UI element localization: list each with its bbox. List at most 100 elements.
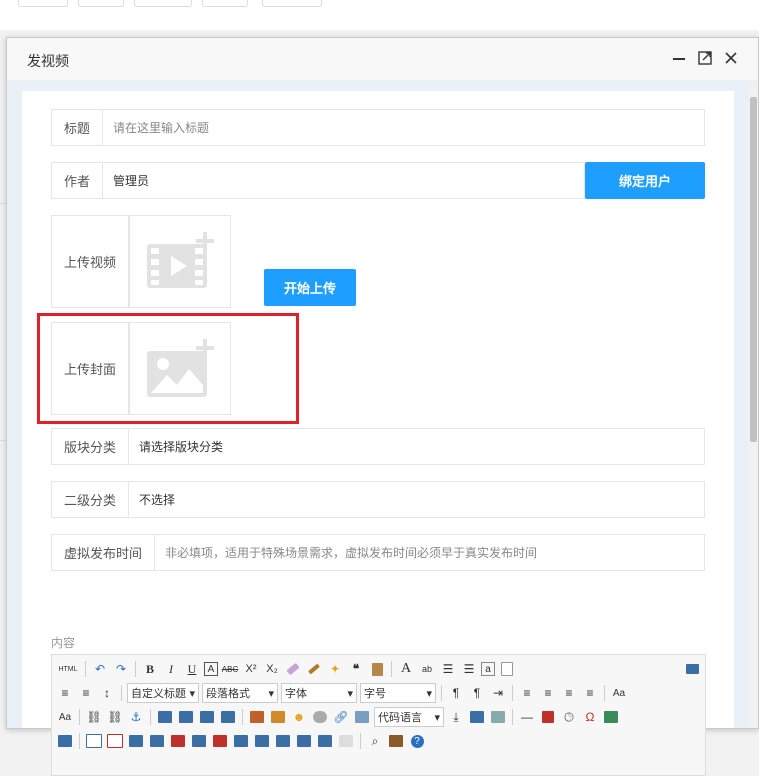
page-break-icon[interactable]: ⤓	[447, 708, 465, 726]
justify-center-icon[interactable]: ≡	[539, 684, 557, 702]
link-icon[interactable]: ⛓	[85, 708, 103, 726]
insert-row-icon[interactable]	[148, 732, 166, 750]
bind-user-button[interactable]: 绑定用户	[585, 162, 705, 199]
custom-title-select[interactable]: 自定义标题 ▾	[127, 683, 199, 703]
italic-icon[interactable]: I	[162, 660, 180, 678]
emotion-icon[interactable]: ☻	[290, 708, 308, 726]
insert-paragraph-before-table-icon[interactable]	[127, 732, 145, 750]
tolowercase-icon[interactable]: Aa	[56, 708, 74, 726]
blockquote-icon[interactable]: ❝	[347, 660, 365, 678]
delete-table-icon[interactable]	[106, 732, 124, 750]
author-input[interactable]: 管理员	[103, 163, 584, 198]
special-chars-icon[interactable]: Ω	[581, 708, 599, 726]
image-left-icon[interactable]	[177, 708, 195, 726]
code-language-select[interactable]: 代码语言 ▾	[374, 707, 444, 727]
anchor-icon[interactable]: ⚓	[127, 708, 145, 726]
row-spacing-top-icon[interactable]: ≡	[56, 684, 74, 702]
simple-upload-icon[interactable]	[248, 708, 266, 726]
category-select[interactable]: 请选择版块分类	[129, 429, 704, 464]
font-border-icon[interactable]: A	[204, 662, 218, 676]
attachment-icon[interactable]: 🔗︎	[332, 708, 350, 726]
justify-right-icon[interactable]: ≡	[560, 684, 578, 702]
redo-icon[interactable]: ↷	[112, 660, 130, 678]
row-spacing-bottom-icon[interactable]: ≡	[77, 684, 95, 702]
search-replace-icon[interactable]: ⌕	[366, 732, 384, 750]
map-icon[interactable]	[353, 708, 371, 726]
split-to-rows-icon[interactable]	[316, 732, 334, 750]
select-all-icon[interactable]: a	[481, 662, 495, 676]
background-tab	[134, 0, 192, 7]
underline-icon[interactable]: U	[183, 660, 201, 678]
indent-icon[interactable]: ⇥	[489, 684, 507, 702]
subcategory-row: 二级分类 不选择	[51, 481, 705, 518]
paste-plain-icon[interactable]	[368, 660, 386, 678]
font-color-icon[interactable]: A	[397, 660, 415, 678]
category-row: 版块分类 请选择版块分类	[51, 428, 705, 465]
clear-doc-icon[interactable]	[498, 660, 516, 678]
virtual-time-input[interactable]: 非必填项，适用于特殊场景需求，虚拟发布时间必须早于真实发布时间	[155, 535, 704, 570]
image-right-icon[interactable]	[198, 708, 216, 726]
insert-table-icon[interactable]	[85, 732, 103, 750]
author-label: 作者	[52, 163, 104, 198]
close-icon[interactable]	[721, 48, 741, 68]
horizontal-rule-icon[interactable]: —	[518, 708, 536, 726]
strikethrough-icon[interactable]: ABC	[221, 660, 239, 678]
merge-right-icon[interactable]	[253, 732, 271, 750]
insert-col-icon[interactable]	[190, 732, 208, 750]
upload-video-box[interactable]	[129, 216, 230, 307]
dialog-titlebar[interactable]: 发视频	[7, 38, 758, 81]
ordered-list-icon[interactable]: ☰	[439, 660, 457, 678]
superscript-icon[interactable]: X²	[242, 660, 260, 678]
paragraph-select-label: 段落格式	[206, 688, 250, 700]
delete-col-icon[interactable]	[211, 732, 229, 750]
back-color-icon[interactable]: ab	[418, 660, 436, 678]
scrawl-icon[interactable]	[311, 708, 329, 726]
line-height-icon[interactable]: ↕	[98, 684, 116, 702]
date-icon[interactable]	[539, 708, 557, 726]
remove-format-icon[interactable]	[305, 660, 323, 678]
dialog-scrollbar[interactable]	[749, 81, 758, 728]
editor-toolbar-row-3: Aa ⛓ ⛓ ⚓ ☻ 🔗︎ 代码语言 ▾ ⤓ — 🕒︎ Ω	[56, 706, 701, 728]
auto-format-icon[interactable]: ✦	[326, 660, 344, 678]
maximize-icon[interactable]	[695, 48, 715, 68]
insert-frame-icon[interactable]	[56, 732, 74, 750]
start-upload-button[interactable]: 开始上传	[264, 269, 356, 306]
scrollbar-thumb[interactable]	[750, 97, 757, 442]
background-icon[interactable]	[489, 708, 507, 726]
merge-down-icon[interactable]	[274, 732, 292, 750]
template-icon[interactable]	[468, 708, 486, 726]
image-center-icon[interactable]	[219, 708, 237, 726]
format-brush-icon[interactable]	[284, 660, 302, 678]
split-to-cols-icon[interactable]	[337, 732, 355, 750]
justify-full-icon[interactable]: ≡	[581, 684, 599, 702]
split-to-cells-icon[interactable]	[295, 732, 313, 750]
html-source-button[interactable]: HTML	[56, 660, 80, 678]
image-none-icon[interactable]	[156, 708, 174, 726]
size-select[interactable]: 字号 ▾	[360, 683, 436, 703]
undo-icon[interactable]: ↶	[91, 660, 109, 678]
paragraph-select[interactable]: 段落格式 ▾	[202, 683, 278, 703]
preview-icon[interactable]	[683, 660, 701, 678]
time-icon[interactable]: 🕒︎	[560, 708, 578, 726]
subcategory-label: 二级分类	[52, 482, 130, 517]
delete-row-icon[interactable]	[169, 732, 187, 750]
touppercase-icon[interactable]: Aa	[610, 684, 628, 702]
font-select[interactable]: 字体 ▾	[281, 683, 357, 703]
title-input[interactable]: 请在这里输入标题	[103, 110, 704, 145]
rich-text-editor: HTML ↶ ↷ B I U A ABC X² X₂ ✦ ❝ A ab ☰ ☰ …	[51, 654, 706, 776]
subcategory-select[interactable]: 不选择	[129, 482, 704, 517]
wordimage-icon[interactable]	[602, 708, 620, 726]
code-language-select-label: 代码语言	[378, 712, 422, 724]
unlink-icon[interactable]: ⛓	[106, 708, 124, 726]
justify-left-icon[interactable]: ≡	[518, 684, 536, 702]
print-icon[interactable]	[387, 732, 405, 750]
bold-icon[interactable]: B	[141, 660, 159, 678]
help-icon[interactable]: ?	[408, 732, 426, 750]
unordered-list-icon[interactable]: ☰	[460, 660, 478, 678]
insert-image-icon[interactable]	[269, 708, 287, 726]
subscript-icon[interactable]: X₂	[263, 660, 281, 678]
direction-rtl-icon[interactable]: ¶	[468, 684, 486, 702]
direction-ltr-icon[interactable]: ¶	[447, 684, 465, 702]
merge-cells-icon[interactable]	[232, 732, 250, 750]
minimize-icon[interactable]	[669, 48, 689, 68]
